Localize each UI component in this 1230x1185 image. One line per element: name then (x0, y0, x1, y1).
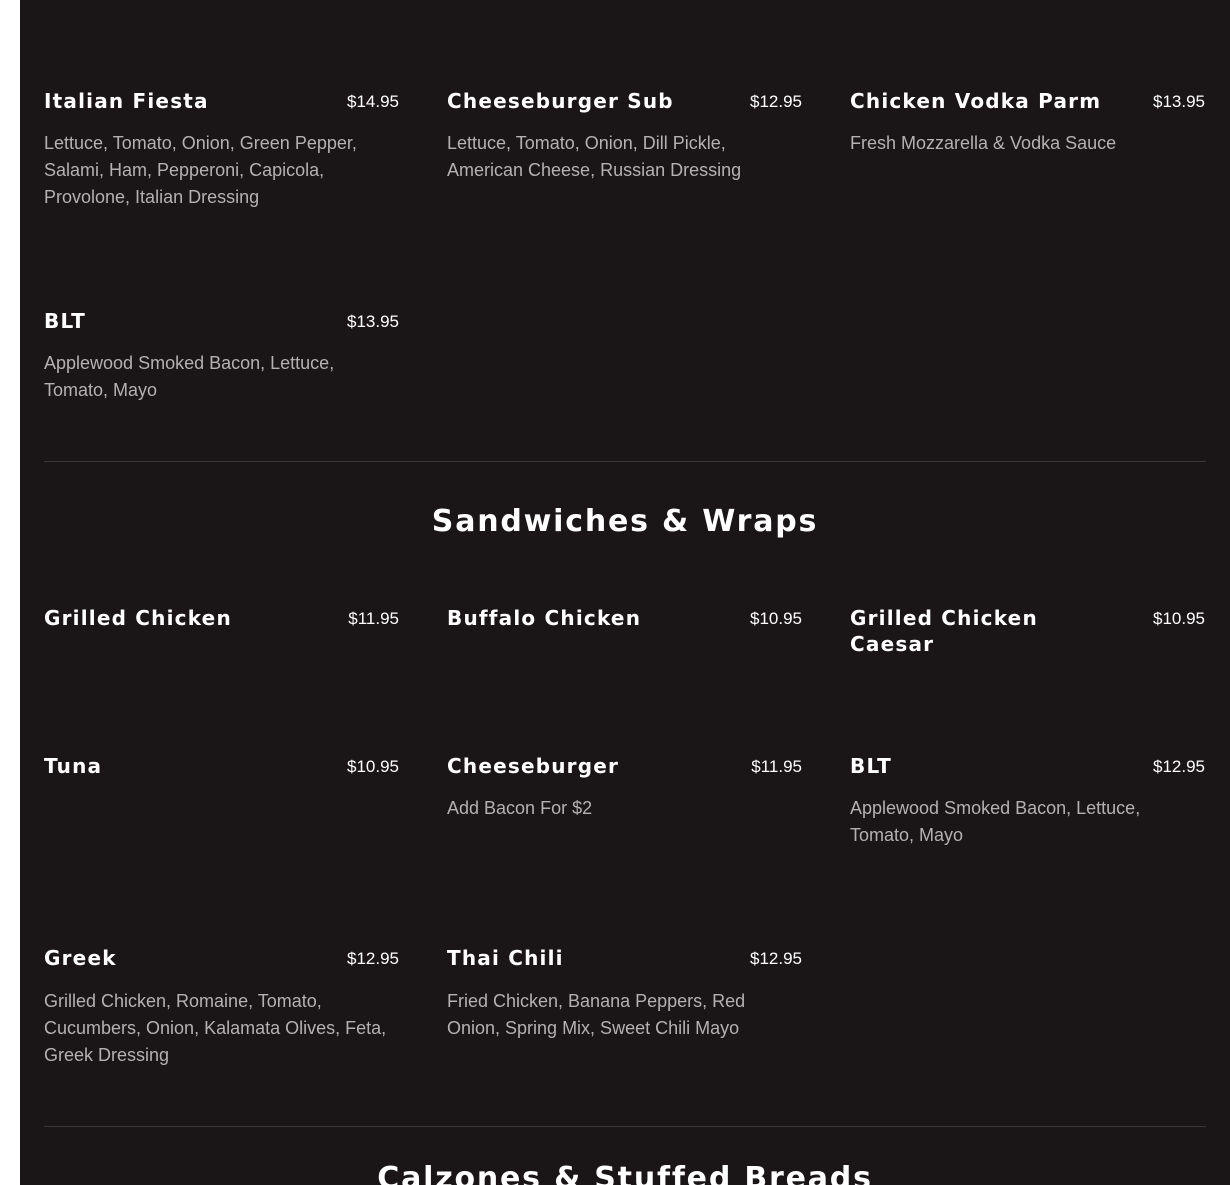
menu-item-description: Add Bacon For $2 (447, 798, 593, 818)
menu-item-price: $10.95 (1153, 609, 1205, 628)
menu-item-name: Cheeseburger Sub (447, 89, 674, 113)
menu-item-price: $12.95 (347, 949, 399, 968)
menu-item-name: Grilled Chicken Caesar (850, 606, 1038, 656)
section-title: Sandwiches & Wraps (431, 504, 819, 539)
menu-item-name: BLT (44, 309, 86, 333)
menu-item-price: $12.95 (1153, 757, 1205, 776)
menu-item-description: Lettuce, Tomato, Onion, Dill Pickle, Ame… (447, 133, 742, 180)
menu-item-name: Cheeseburger (447, 754, 620, 778)
menu-item-description: Applewood Smoked Bacon, Lettuce, Tomato,… (44, 353, 335, 400)
menu-item-description: Grilled Chicken, Romaine, Tomato, Cucumb… (44, 991, 387, 1065)
section-title: Calzones & Stuffed Breads (377, 1161, 873, 1185)
menu-panel: Italian Fiesta $14.95 Lettuce, Tomato, O… (20, 0, 1230, 1185)
menu-item-price: $11.95 (751, 757, 802, 776)
menu-item-name: Greek (44, 946, 117, 970)
menu-item-price: $10.95 (347, 757, 399, 776)
menu-item-price: $13.95 (347, 312, 399, 331)
menu-item-description: Fresh Mozzarella & Vodka Sauce (850, 133, 1117, 153)
menu-item-name: Grilled Chicken (44, 606, 232, 630)
menu-item-price: $13.95 (1153, 92, 1205, 111)
menu-item-price: $11.95 (348, 609, 399, 628)
menu-item-price: $12.95 (750, 949, 802, 968)
menu-item-name: Tuna (44, 754, 103, 778)
section-divider (44, 461, 1206, 462)
menu-item-price: $12.95 (750, 92, 802, 111)
menu-item-price: $10.95 (750, 609, 802, 628)
menu-item-price: $14.95 (347, 92, 399, 111)
menu-item-name: Chicken Vodka Parm (850, 89, 1102, 113)
menu-item-description: Applewood Smoked Bacon, Lettuce, Tomato,… (850, 798, 1141, 845)
menu-item-name: Buffalo Chicken (447, 606, 642, 630)
menu-item-description: Fried Chicken, Banana Peppers, Red Onion… (447, 991, 746, 1038)
menu-item-name: Thai Chili (447, 946, 564, 970)
menu-item-name: BLT (850, 754, 892, 778)
section-divider (44, 1126, 1206, 1127)
menu-item-description: Lettuce, Tomato, Onion, Green Pepper, Sa… (44, 133, 357, 207)
menu-item-name: Italian Fiesta (44, 89, 209, 113)
